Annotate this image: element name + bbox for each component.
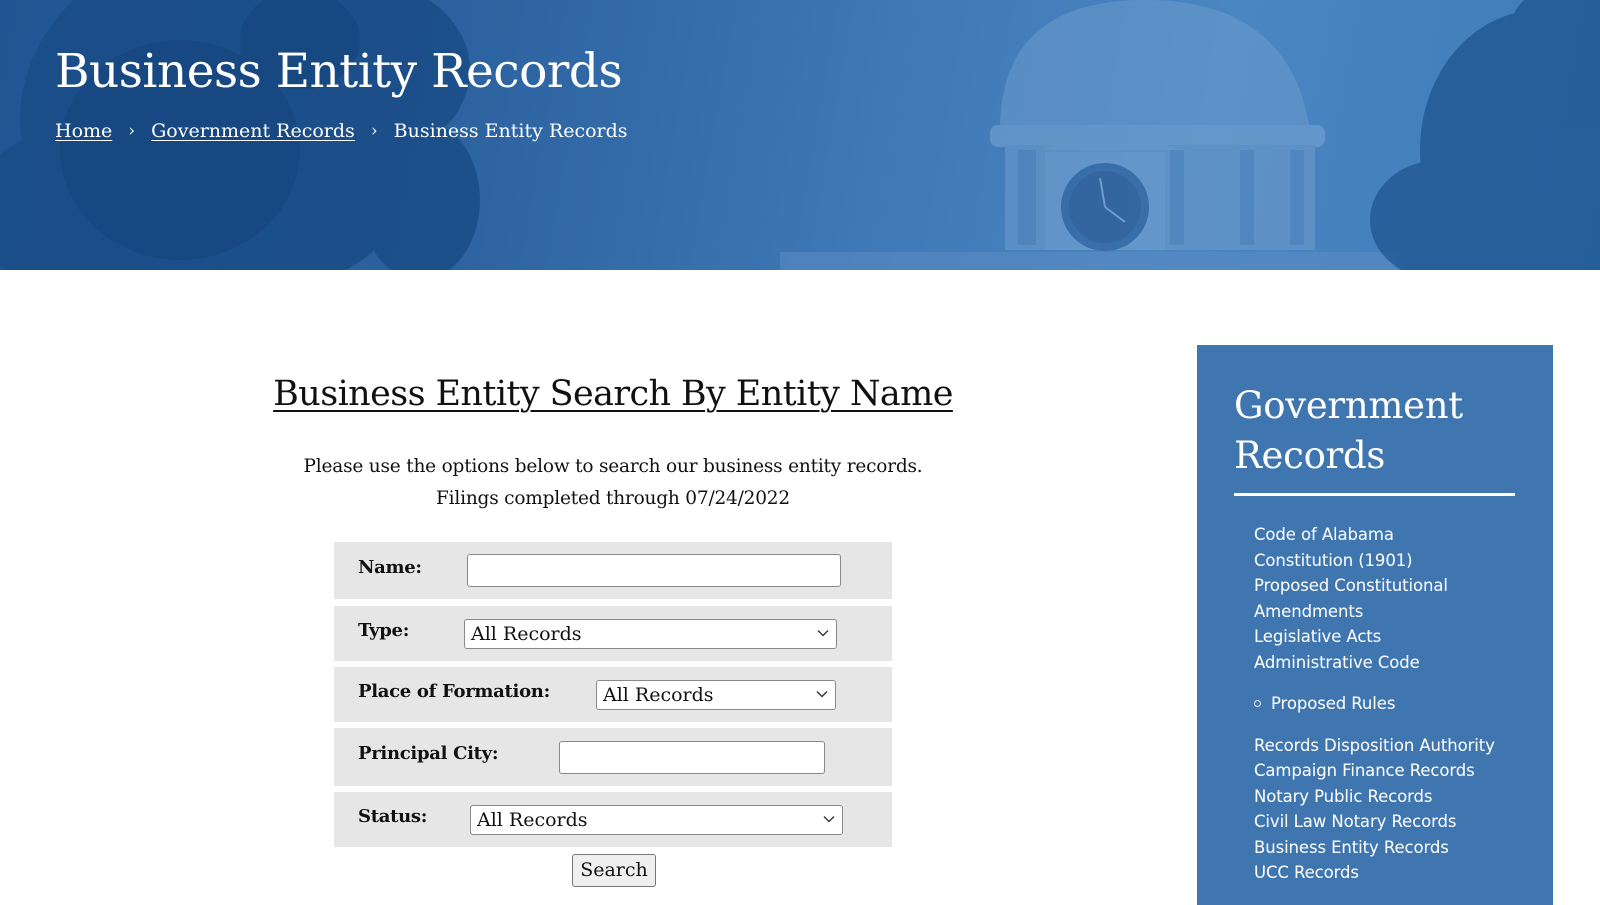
search-button[interactable]: Search: [572, 854, 656, 887]
circle-bullet-icon: [1254, 700, 1261, 708]
filings-date-text: Filings completed through 07/24/2022: [436, 488, 790, 509]
sidebar-link-proposed-rules[interactable]: Proposed Rules: [1271, 691, 1395, 717]
sidebar-link-civil-law-notary-records[interactable]: Civil Law Notary Records: [1254, 812, 1456, 831]
sidebar-item: Constitution (1901): [1254, 548, 1495, 574]
sidebar-title-line2: Records: [1234, 434, 1386, 477]
sidebar-item: Business Entity Records: [1254, 835, 1495, 861]
status-select[interactable]: All Records: [470, 805, 843, 835]
principal-city-input[interactable]: [559, 741, 825, 774]
sidebar-subitem: Proposed Rules: [1254, 691, 1495, 717]
search-heading-text: Business Entity Search By Entity Name: [273, 374, 953, 414]
status-select-value: All Records: [477, 809, 588, 831]
name-label: Name:: [358, 557, 422, 578]
form-row-place-of-formation: Place of Formation: All Records: [334, 667, 892, 722]
sidebar-item: UCC Records: [1254, 860, 1495, 886]
search-heading: Business Entity Search By Entity Name: [0, 374, 1226, 414]
sidebar-item: Proposed Constitutional Amendments: [1254, 573, 1484, 624]
sidebar-link-proposed-constitutional-amendments[interactable]: Proposed Constitutional Amendments: [1254, 576, 1448, 621]
breadcrumb-chevron-icon: ›: [370, 121, 378, 141]
sidebar-title: Government Records: [1234, 381, 1463, 481]
sidebar-link-code-of-alabama[interactable]: Code of Alabama: [1254, 525, 1394, 544]
form-row-status: Status: All Records: [334, 792, 892, 847]
sidebar-item: Campaign Finance Records: [1254, 758, 1495, 784]
page-title: Business Entity Records: [55, 44, 623, 99]
sidebar-link-legislative-acts[interactable]: Legislative Acts: [1254, 627, 1381, 646]
chevron-down-icon: [823, 816, 835, 823]
breadcrumb: Home › Government Records › Business Ent…: [55, 120, 628, 142]
sidebar-item: Notary Public Records: [1254, 784, 1495, 810]
breadcrumb-home-link[interactable]: Home: [55, 120, 112, 142]
sidebar-link-campaign-finance-records[interactable]: Campaign Finance Records: [1254, 761, 1475, 780]
search-intro: Please use the options below to search o…: [0, 451, 1226, 515]
chevron-down-icon: [816, 691, 828, 698]
form-row-type: Type: All Records: [334, 606, 892, 661]
type-select-value: All Records: [471, 623, 582, 645]
breadcrumb-chevron-icon: ›: [128, 121, 136, 141]
sidebar-link-notary-public-records[interactable]: Notary Public Records: [1254, 787, 1433, 806]
sidebar-link-business-entity-records[interactable]: Business Entity Records: [1254, 838, 1449, 857]
hero-banner: Business Entity Records Home › Governmen…: [0, 0, 1600, 270]
place-of-formation-label: Place of Formation:: [358, 681, 550, 702]
sidebar-title-line1: Government: [1234, 384, 1463, 427]
status-label: Status:: [358, 806, 428, 827]
place-of-formation-select-value: All Records: [603, 684, 714, 706]
sidebar-link-administrative-code[interactable]: Administrative Code: [1254, 653, 1420, 672]
principal-city-label: Principal City:: [358, 743, 499, 764]
breadcrumb-current-page: Business Entity Records: [393, 120, 628, 142]
government-records-sidebar: Government Records Code of Alabama Const…: [1197, 345, 1553, 905]
sidebar-link-ucc-records[interactable]: UCC Records: [1254, 863, 1359, 882]
sidebar-item: Administrative Code: [1254, 650, 1495, 676]
form-row-name: Name:: [334, 542, 892, 599]
sidebar-item: Legislative Acts: [1254, 624, 1495, 650]
intro-text: Please use the options below to search o…: [303, 456, 923, 477]
sidebar-nav: Code of Alabama Constitution (1901) Prop…: [1254, 522, 1495, 886]
sidebar-item: Code of Alabama: [1254, 522, 1495, 548]
chevron-down-icon: [817, 630, 829, 637]
sidebar-divider: [1234, 493, 1515, 496]
type-label: Type:: [358, 620, 410, 641]
name-input[interactable]: [467, 554, 841, 587]
form-row-principal-city: Principal City:: [334, 728, 892, 786]
sidebar-item: Records Disposition Authority: [1254, 733, 1495, 759]
sidebar-link-constitution[interactable]: Constitution (1901): [1254, 551, 1413, 570]
sidebar-item: Civil Law Notary Records: [1254, 809, 1495, 835]
breadcrumb-government-records-link[interactable]: Government Records: [151, 120, 355, 142]
sidebar-link-records-disposition-authority[interactable]: Records Disposition Authority: [1254, 736, 1495, 755]
type-select[interactable]: All Records: [464, 619, 837, 649]
place-of-formation-select[interactable]: All Records: [596, 680, 836, 710]
